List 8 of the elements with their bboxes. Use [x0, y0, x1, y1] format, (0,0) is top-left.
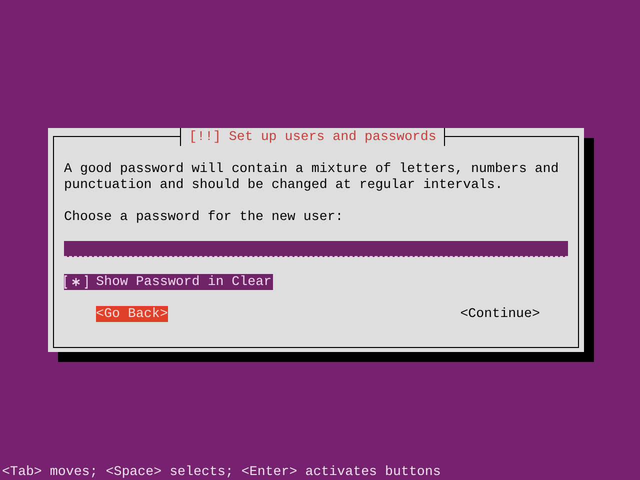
status-bar-hint: <Tab> moves; <Space> selects; <Enter> activates buttons	[1, 464, 442, 480]
checked-box-icon	[64, 275, 88, 289]
dialog-description: A good password will contain a mixture of letters, numbers and punctuation and should be changed at regular intervals.	[64, 161, 560, 193]
dialog-title: [!!] Set up users and passwords	[180, 128, 446, 146]
show-password-checkbox[interactable]: Show Password in Clear	[64, 274, 273, 290]
password-prompt: Choose a password for the new user:	[64, 209, 344, 225]
continue-button[interactable]: <Continue>	[460, 306, 540, 322]
password-field[interactable]	[64, 241, 568, 257]
